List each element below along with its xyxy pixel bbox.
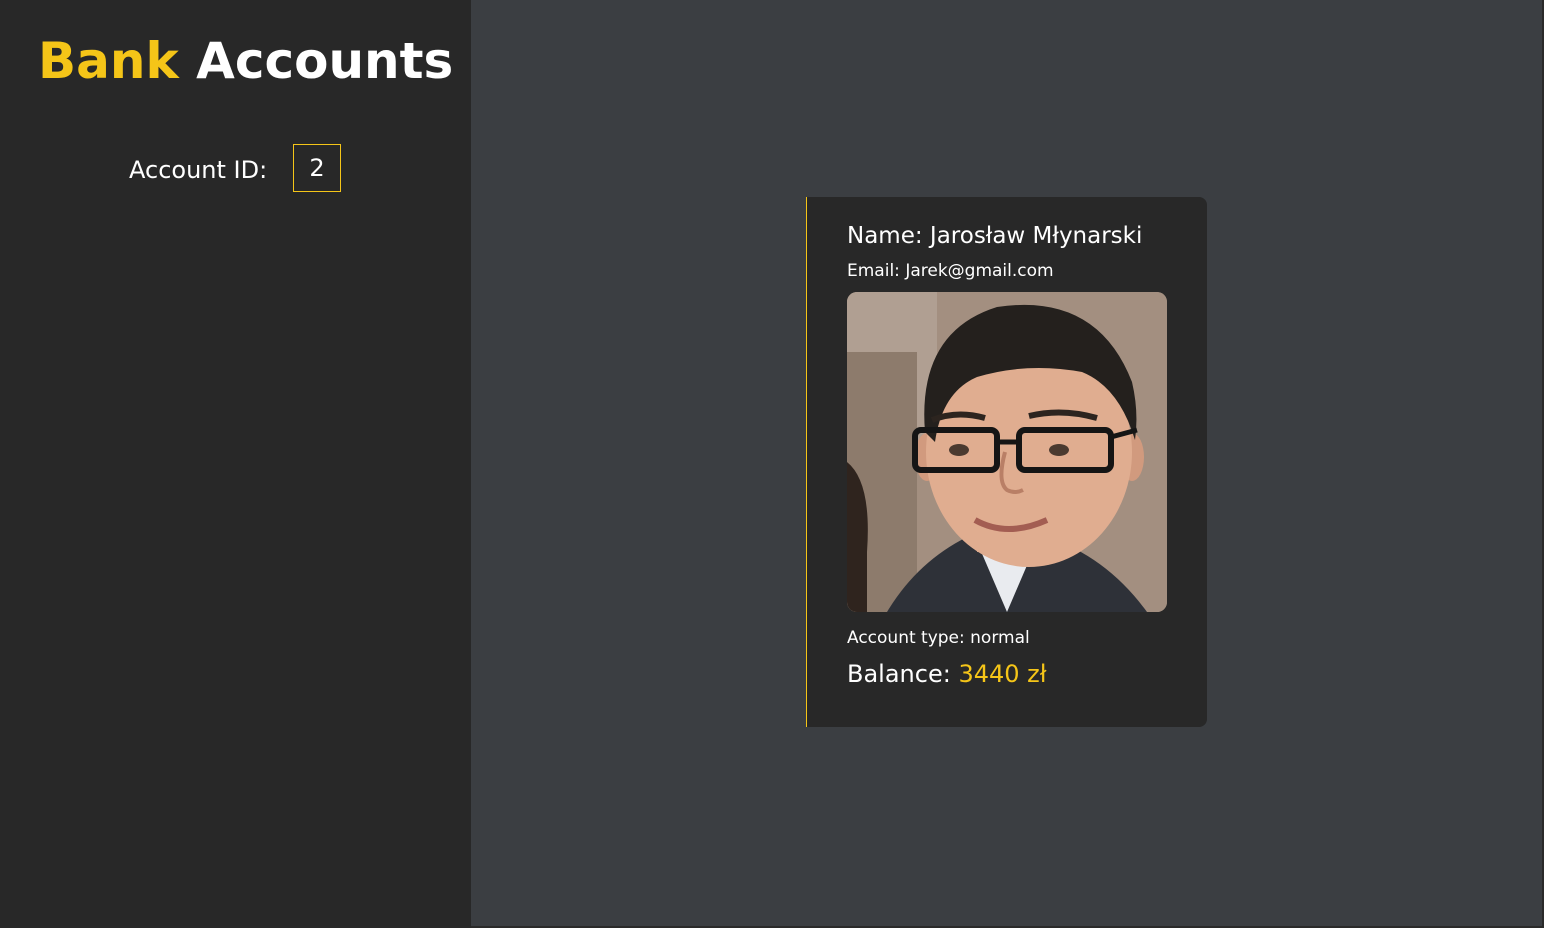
app-title: Bank Accounts	[38, 28, 453, 94]
account-email: Email: Jarek@gmail.com	[847, 260, 1054, 282]
account-card: Name: Jarosław Młynarski Email: Jarek@gm…	[806, 197, 1207, 727]
account-email-value: Jarek@gmail.com	[905, 261, 1054, 281]
account-type-label: Account type:	[847, 628, 965, 648]
account-name-value: Jarosław Młynarski	[929, 223, 1143, 249]
sidebar: Bank Accounts Account ID:	[0, 0, 471, 928]
profile-photo-image	[847, 292, 1167, 612]
app-title-main: Accounts	[196, 32, 454, 90]
account-type-value: normal	[970, 628, 1030, 648]
account-balance: Balance: 3440 zł	[847, 659, 1047, 689]
account-id-label: Account ID:	[129, 156, 268, 184]
account-photo	[847, 292, 1167, 612]
account-id-input[interactable]	[293, 144, 341, 192]
account-name-label: Name:	[847, 223, 923, 249]
account-balance-label: Balance:	[847, 660, 951, 688]
app-root: Bank Accounts Account ID: Name: Jarosław…	[0, 0, 1544, 928]
account-email-label: Email:	[847, 261, 900, 281]
account-type: Account type: normal	[847, 627, 1030, 649]
app-title-accent: Bank	[38, 32, 179, 90]
account-balance-value: 3440 zł	[958, 660, 1047, 688]
account-name: Name: Jarosław Młynarski	[847, 221, 1142, 251]
